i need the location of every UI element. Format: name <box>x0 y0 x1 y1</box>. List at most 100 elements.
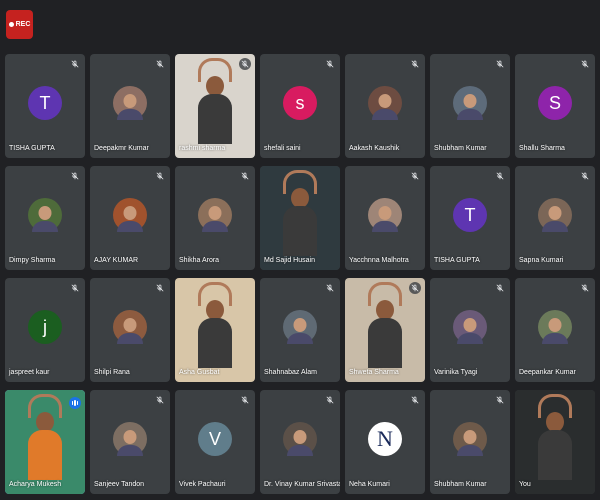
participant-avatar: V <box>198 422 232 456</box>
participant-video <box>515 390 595 494</box>
participant-tile[interactable]: Shikha Arora <box>175 166 255 270</box>
participant-name: Acharya Mukesh <box>9 481 62 488</box>
participant-avatar <box>453 422 487 456</box>
video-figure-body <box>28 430 62 480</box>
participant-tile[interactable]: AJAY KUMAR <box>90 166 170 270</box>
participant-tile[interactable]: Yacchnna Malhotra <box>345 166 425 270</box>
mic-off-icon <box>154 282 166 294</box>
mic-off-icon <box>494 282 506 294</box>
participant-tile[interactable]: s shefali saini <box>260 54 340 158</box>
participant-name: Asha Gusbat <box>179 369 220 376</box>
participant-name: Shweta Sharma <box>349 369 399 376</box>
participant-tile[interactable]: Sapna Kumari <box>515 166 595 270</box>
participant-tile[interactable]: Shilpi Rana <box>90 278 170 382</box>
participant-tile[interactable]: Sanjeev Tandon <box>90 390 170 494</box>
participant-tile[interactable]: Shahnabaz Alam <box>260 278 340 382</box>
participant-avatar: s <box>283 86 317 120</box>
participant-name: jaspreet kaur <box>9 369 50 376</box>
participant-avatar <box>28 198 62 232</box>
video-figure-head <box>376 300 394 320</box>
mic-off-icon <box>324 394 336 406</box>
participant-name: TISHA GUPTA <box>9 145 55 152</box>
video-figure-head <box>546 412 564 432</box>
participant-avatar <box>283 310 317 344</box>
participant-name: TISHA GUPTA <box>434 257 480 264</box>
participant-name: Deepakmr Kumar <box>94 145 149 152</box>
participant-avatar <box>368 198 402 232</box>
participant-tile[interactable]: Md Sajid Husain <box>260 166 340 270</box>
speaking-indicator-icon <box>69 397 81 409</box>
participant-avatar: S <box>538 86 572 120</box>
video-figure-body <box>368 318 402 368</box>
participant-avatar <box>113 422 147 456</box>
video-figure-body <box>198 94 232 144</box>
participant-avatar <box>453 86 487 120</box>
participant-avatar <box>453 310 487 344</box>
participant-name: You <box>519 481 531 488</box>
participant-tile[interactable]: T TISHA GUPTA <box>430 166 510 270</box>
participant-tile[interactable]: V Vivek Pachauri <box>175 390 255 494</box>
participant-tile[interactable]: You <box>515 390 595 494</box>
participant-name: Vivek Pachauri <box>179 481 226 488</box>
mic-off-icon <box>69 170 81 182</box>
participant-tile[interactable]: Aakash Kaushik <box>345 54 425 158</box>
participant-avatar <box>538 198 572 232</box>
mic-off-icon <box>154 170 166 182</box>
participant-tile[interactable]: Dr. Vinay Kumar Srivastava <box>260 390 340 494</box>
participant-name: Shubham Kumar <box>434 145 487 152</box>
participant-tile[interactable]: S Shallu Sharma <box>515 54 595 158</box>
participant-tile[interactable]: Shubham Kumar <box>430 390 510 494</box>
video-figure-head <box>206 76 224 96</box>
participant-name: Neha Kumari <box>349 481 390 488</box>
participant-tile[interactable]: Deepankar Kumar <box>515 278 595 382</box>
participant-video <box>175 278 255 382</box>
video-figure-body <box>538 430 572 480</box>
video-figure-head <box>206 300 224 320</box>
video-figure-body <box>198 318 232 368</box>
participant-tile[interactable]: Shweta Sharma <box>345 278 425 382</box>
participant-tile[interactable]: rashmi sharma <box>175 54 255 158</box>
participant-name: AJAY KUMAR <box>94 257 139 264</box>
participant-grid: T TISHA GUPTA Deepakmr Kumar rashmi sharma s… <box>5 54 595 494</box>
participant-tile[interactable]: Deepakmr Kumar <box>90 54 170 158</box>
participant-avatar <box>368 86 402 120</box>
mic-off-icon <box>239 394 251 406</box>
record-dot-icon <box>8 22 14 27</box>
participant-name: Sanjeev Tandon <box>94 481 145 488</box>
participant-tile[interactable]: T TISHA GUPTA <box>5 54 85 158</box>
participant-name: Shikha Arora <box>179 257 220 264</box>
mic-off-icon <box>494 58 506 70</box>
recording-indicator: REC <box>6 10 33 39</box>
participant-name: Yacchnna Malhotra <box>349 257 409 264</box>
mic-off-icon <box>324 282 336 294</box>
participant-name: Deepankar Kumar <box>519 369 576 376</box>
participant-avatar <box>113 86 147 120</box>
participant-name: Md Sajid Husain <box>264 257 315 264</box>
participant-name: Shahnabaz Alam <box>264 369 317 376</box>
participant-tile[interactable]: Dimpy Sharma <box>5 166 85 270</box>
participant-tile[interactable]: Acharya Mukesh <box>5 390 85 494</box>
participant-tile[interactable]: Asha Gusbat <box>175 278 255 382</box>
mic-off-icon <box>409 394 421 406</box>
mic-off-icon <box>239 58 251 70</box>
participant-tile[interactable]: j jaspreet kaur <box>5 278 85 382</box>
participant-name: Dr. Vinay Kumar Srivastava <box>264 481 340 488</box>
mic-off-icon <box>494 170 506 182</box>
mic-off-icon <box>239 170 251 182</box>
participant-name: Shilpi Rana <box>94 369 130 376</box>
video-figure-head <box>291 188 309 208</box>
participant-tile[interactable]: Shubham Kumar <box>430 54 510 158</box>
participant-avatar: N <box>368 422 402 456</box>
participant-avatar <box>113 310 147 344</box>
mic-off-icon <box>579 58 591 70</box>
participant-avatar: j <box>28 310 62 344</box>
recording-label: REC <box>15 21 31 28</box>
participant-avatar <box>198 198 232 232</box>
participant-tile[interactable]: Varinika Tyagi <box>430 278 510 382</box>
participant-tile[interactable]: N Neha Kumari <box>345 390 425 494</box>
participant-avatar <box>538 310 572 344</box>
mic-off-icon <box>409 282 421 294</box>
participant-avatar: T <box>28 86 62 120</box>
mic-off-icon <box>579 170 591 182</box>
participant-name: shefali saini <box>264 145 301 152</box>
